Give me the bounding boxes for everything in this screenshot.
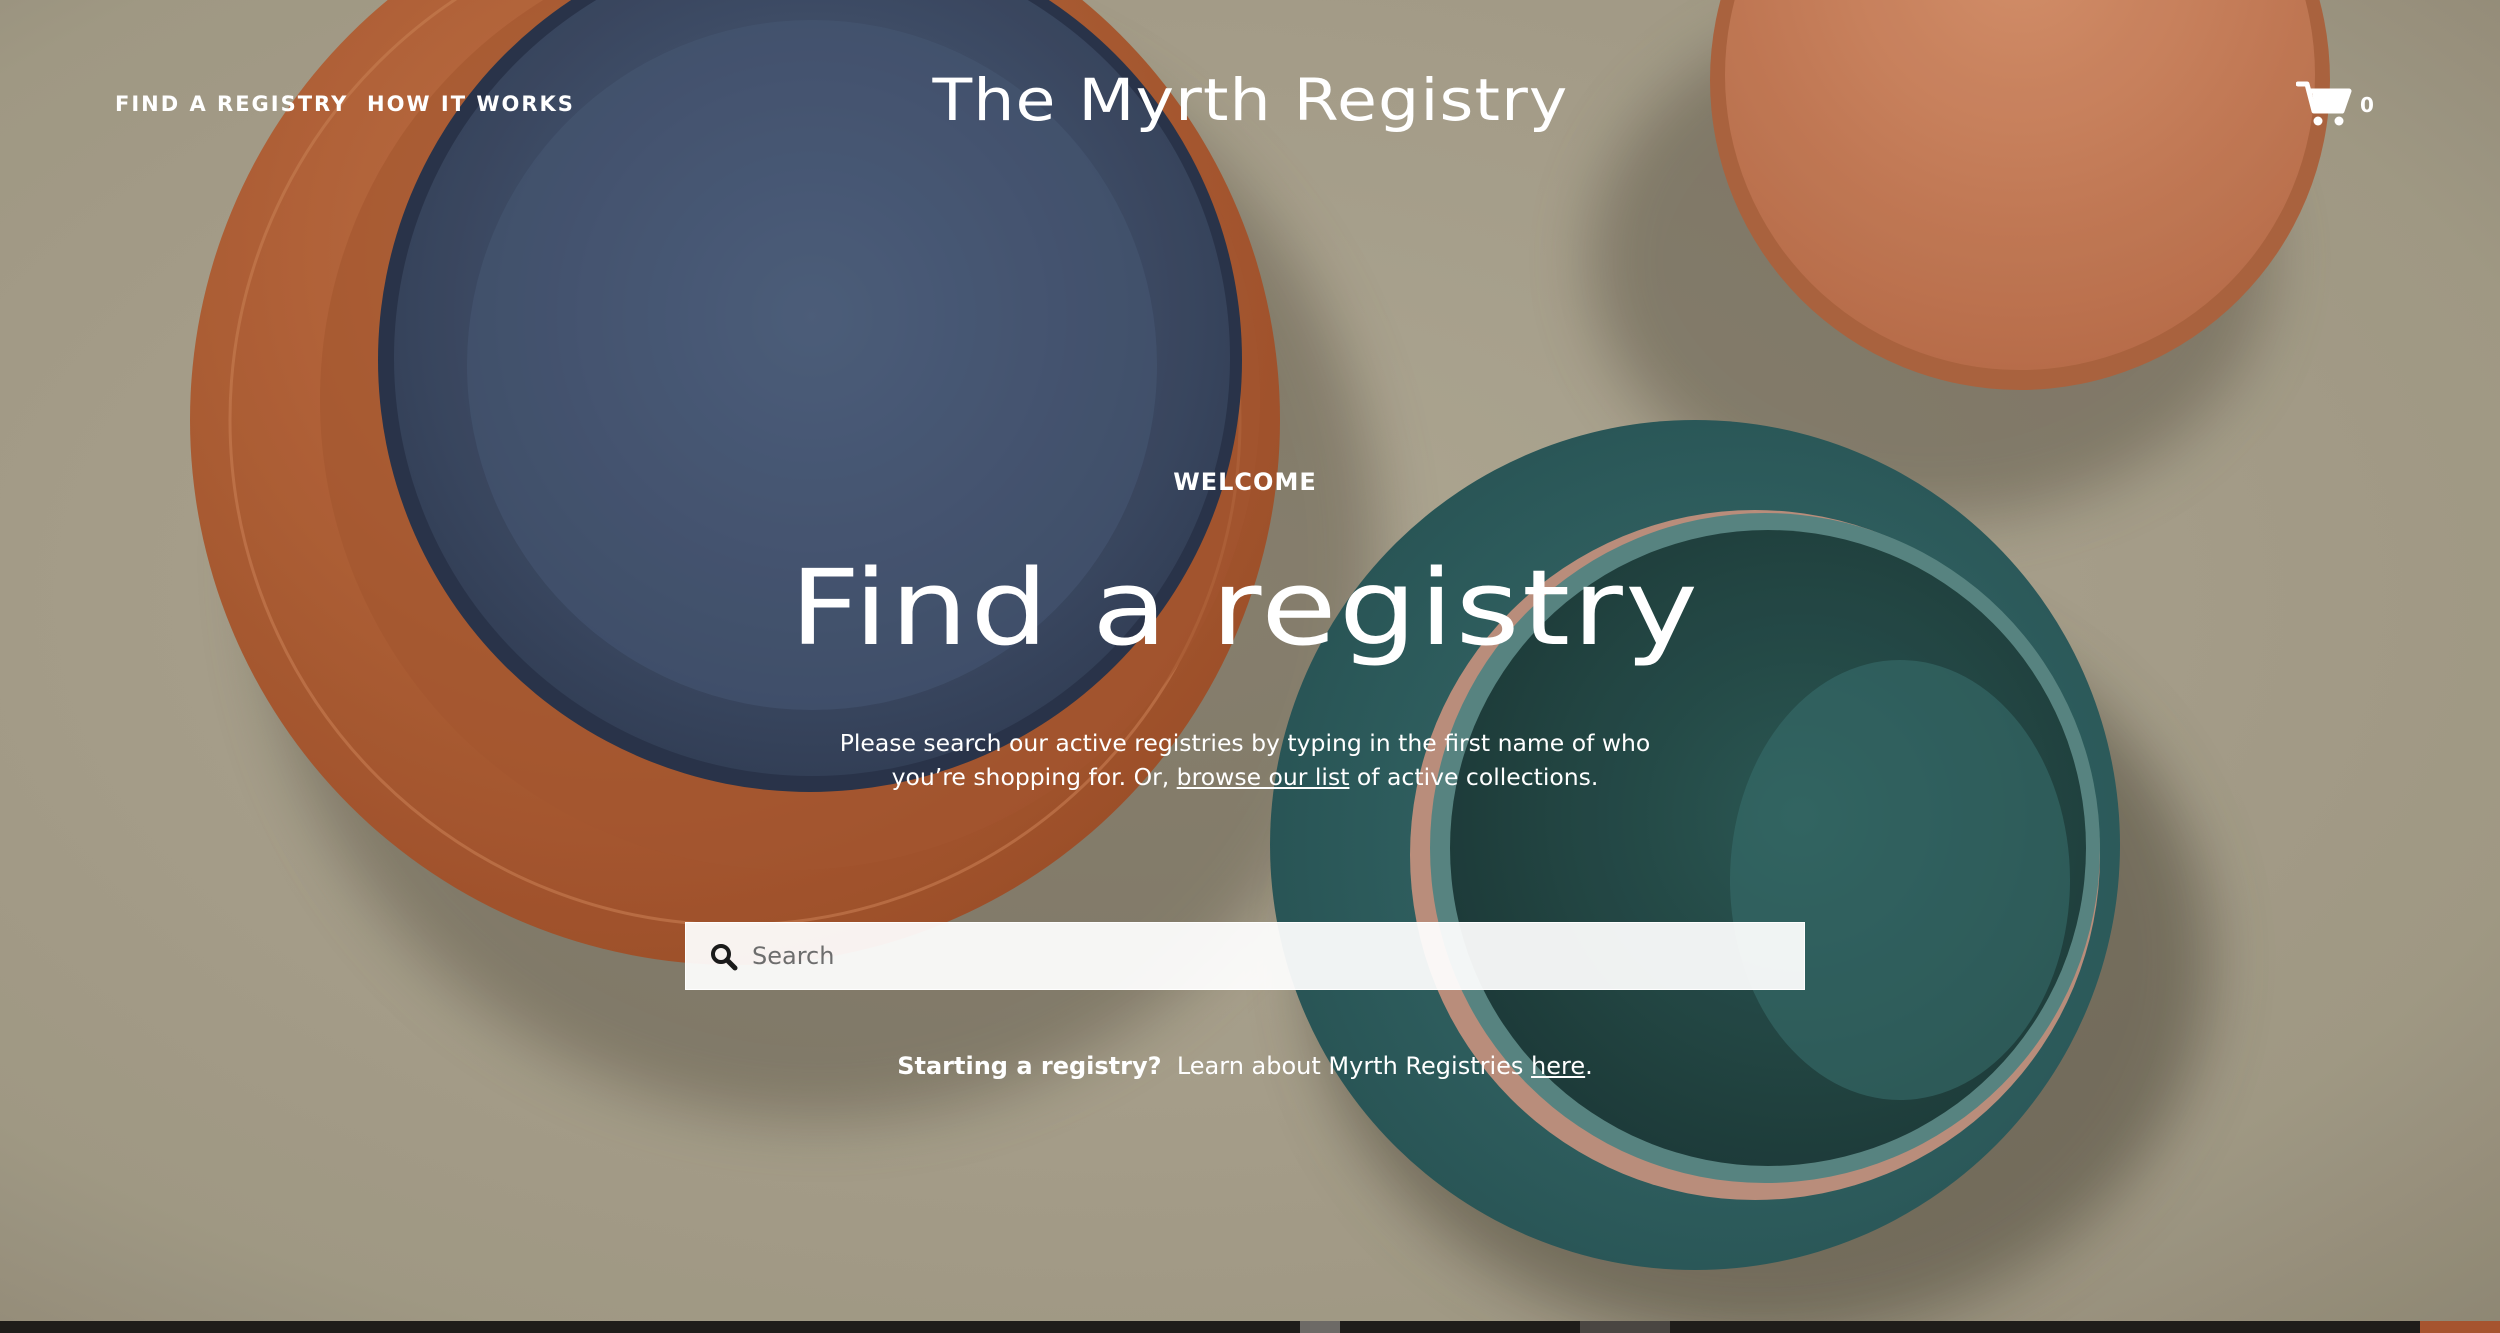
search-input[interactable] [752,923,1792,989]
nav-find-registry[interactable]: FIND A REGISTRY [115,92,348,116]
cart-icon [2296,81,2352,126]
nav-how-it-works[interactable]: HOW IT WORKS [367,92,575,116]
browse-list-link[interactable]: browse our list [1177,763,1350,791]
welcome-eyebrow: WELCOME [1173,468,1317,496]
hero-description-text-end: of active collections. [1349,763,1599,791]
site-header: FIND A REGISTRY HOW IT WORKS The Myrth R… [0,0,2500,210]
hero-description: Please search our active registries by t… [800,726,1690,794]
bottom-image-strip [0,1321,2500,1333]
start-registry-period: . [1585,1052,1593,1080]
cart-count: 0 [2360,93,2374,117]
start-registry-line: Starting a registry? Learn about Myrth R… [0,1052,2490,1080]
learn-more-link[interactable]: here [1531,1052,1585,1080]
cart-button[interactable]: 0 [2296,80,2376,130]
search-icon [711,944,738,971]
brand-logo[interactable]: The Myrth Registry [932,66,1568,134]
registry-search-box[interactable] [685,922,1805,990]
page-title: Find a registry [789,547,1701,669]
page: FIND A REGISTRY HOW IT WORKS The Myrth R… [0,0,2500,1333]
start-registry-text: Learn about Myrth Registries [1161,1052,1532,1080]
start-registry-question: Starting a registry? [897,1052,1162,1080]
